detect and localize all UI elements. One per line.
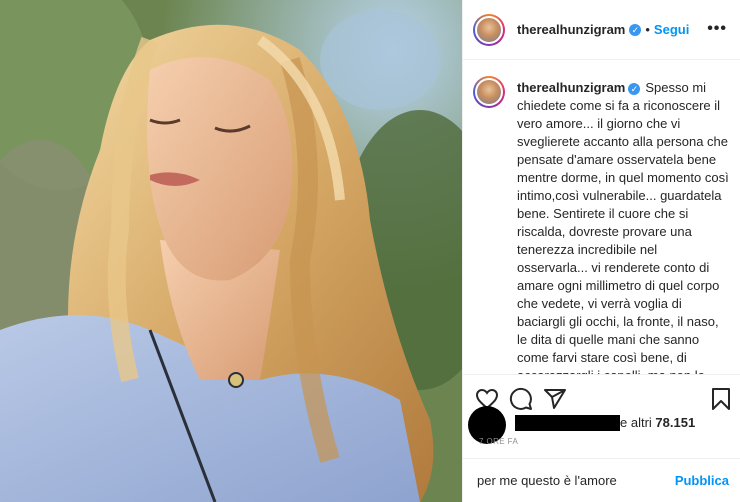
caption-area[interactable]: therealhunzigram ✓ Spesso mi chiedete come… [463, 61, 740, 374]
comment-bar: per me questo è l'amore Pubblica [463, 458, 740, 502]
photo-illustration [0, 0, 462, 502]
post-photo[interactable] [0, 0, 462, 502]
post-timestamp[interactable]: 7 ORE FA [479, 437, 518, 446]
caption-avatar[interactable] [473, 76, 505, 108]
more-options-icon[interactable]: ••• [707, 20, 727, 38]
likes-suffix: e altri [620, 415, 656, 430]
post-sidebar: therealhunzigram ✓ • Segui ••• therealhu… [462, 0, 740, 502]
post-header: therealhunzigram ✓ • Segui ••• [463, 0, 740, 60]
verified-icon: ✓ [628, 82, 641, 95]
likes-text[interactable]: e altri 78.151 [620, 415, 695, 430]
caption-text: Spesso mi chiedete come si fa a riconosc… [517, 80, 729, 374]
caption: therealhunzigram ✓ Spesso mi chiedete come… [517, 79, 731, 374]
caption-username[interactable]: therealhunzigram [517, 80, 625, 95]
follow-button[interactable]: Segui [654, 22, 689, 37]
comment-input[interactable]: per me questo è l'amore [477, 473, 675, 488]
likes-row[interactable]: e altri 78.151 [463, 403, 740, 444]
publish-button[interactable]: Pubblica [675, 473, 729, 488]
avatar[interactable] [473, 13, 505, 46]
header-username[interactable]: therealhunzigram [517, 22, 625, 37]
header-separator: • [645, 22, 650, 37]
redacted-username [515, 415, 620, 431]
likes-count: 78.151 [655, 415, 696, 430]
verified-icon: ✓ [629, 23, 642, 36]
